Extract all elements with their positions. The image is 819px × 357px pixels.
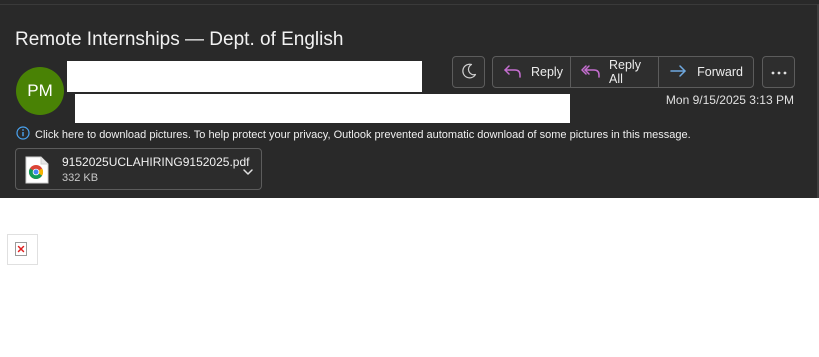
sender-redaction <box>67 61 422 92</box>
info-icon <box>16 126 35 143</box>
more-icon <box>770 65 788 79</box>
message-actions-group: Reply Reply All Forward <box>492 56 754 88</box>
message-subject: Remote Internships — Dept. of English <box>15 29 344 50</box>
dark-mode-toggle-button[interactable] <box>452 56 485 88</box>
moon-icon <box>460 62 478 83</box>
chrome-pdf-icon <box>25 156 49 189</box>
reply-all-label: Reply All <box>609 58 641 86</box>
reply-all-icon <box>581 63 609 82</box>
recipient-redaction <box>75 94 570 123</box>
forward-icon <box>669 63 697 82</box>
forward-button[interactable]: Forward <box>658 57 753 87</box>
sender-avatar[interactable]: PM <box>16 67 64 115</box>
reply-icon <box>503 63 531 82</box>
download-pictures-infobar[interactable]: Click here to download pictures. To help… <box>16 126 691 143</box>
attachment-size: 332 KB <box>62 172 99 184</box>
forward-label: Forward <box>697 65 743 79</box>
reply-label: Reply <box>531 65 563 79</box>
sender-initials: PM <box>27 81 53 100</box>
reply-all-button[interactable]: Reply All <box>570 57 658 87</box>
more-actions-button[interactable] <box>762 56 795 88</box>
infobar-text: Click here to download pictures. To help… <box>35 128 691 141</box>
attachment-name: 9152025UCLAHIRING9152025.pdf <box>62 155 250 169</box>
reading-pane-header: Remote Internships — Dept. of English PM… <box>0 0 819 198</box>
chevron-down-icon[interactable] <box>242 164 254 182</box>
reply-button[interactable]: Reply <box>493 57 570 87</box>
blocked-image-placeholder[interactable] <box>7 234 38 265</box>
header-top-border <box>0 4 817 5</box>
broken-image-icon <box>15 242 27 256</box>
message-date: Mon 9/15/2025 3:13 PM <box>665 93 794 107</box>
attachment-card[interactable]: 9152025UCLAHIRING9152025.pdf 332 KB <box>15 148 262 190</box>
